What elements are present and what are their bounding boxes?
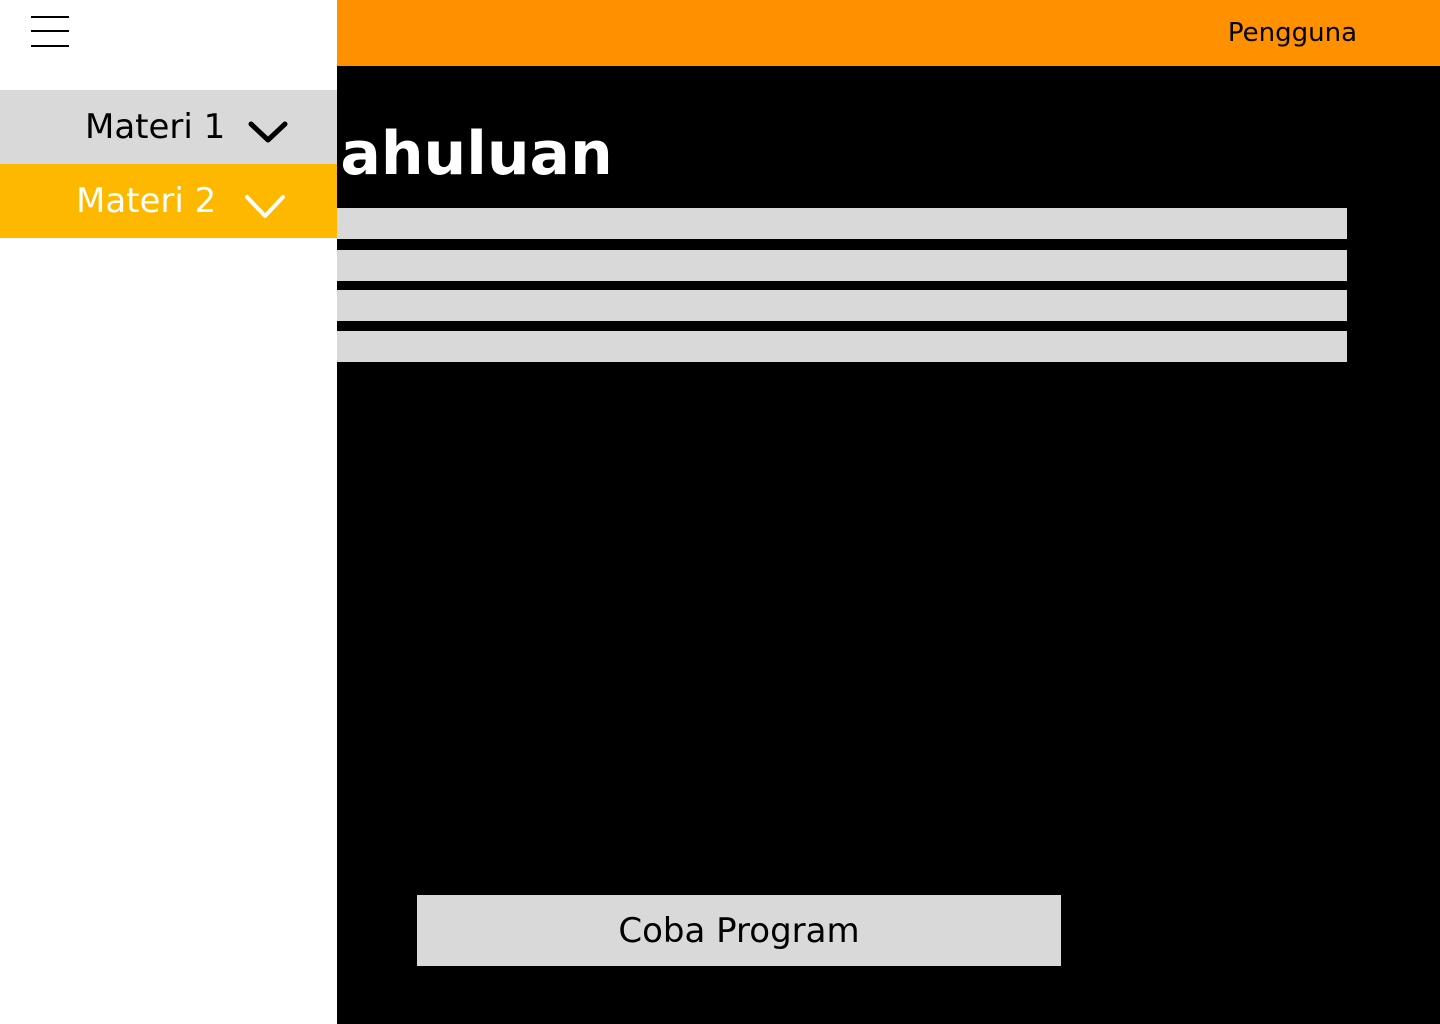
try-program-button[interactable]: Coba Program	[417, 895, 1061, 966]
hamburger-icon[interactable]	[31, 16, 69, 48]
sidebar-item-materi-2[interactable]: Materi 2	[0, 164, 337, 238]
content-text-line	[170, 208, 1347, 239]
sidebar-item-label: Materi 1	[85, 107, 226, 147]
chevron-down-icon	[246, 118, 290, 146]
sidebar-item-materi-1[interactable]: Materi 1	[0, 90, 337, 164]
user-menu-link[interactable]: Pengguna	[1228, 17, 1357, 49]
content-text-line	[170, 331, 1347, 362]
chevron-down-icon	[243, 192, 287, 220]
sidebar: Materi 1 Materi 2	[0, 0, 337, 1024]
sidebar-item-label: Materi 2	[76, 181, 217, 221]
content-text-line	[170, 290, 1347, 321]
content-text-line	[170, 250, 1347, 281]
